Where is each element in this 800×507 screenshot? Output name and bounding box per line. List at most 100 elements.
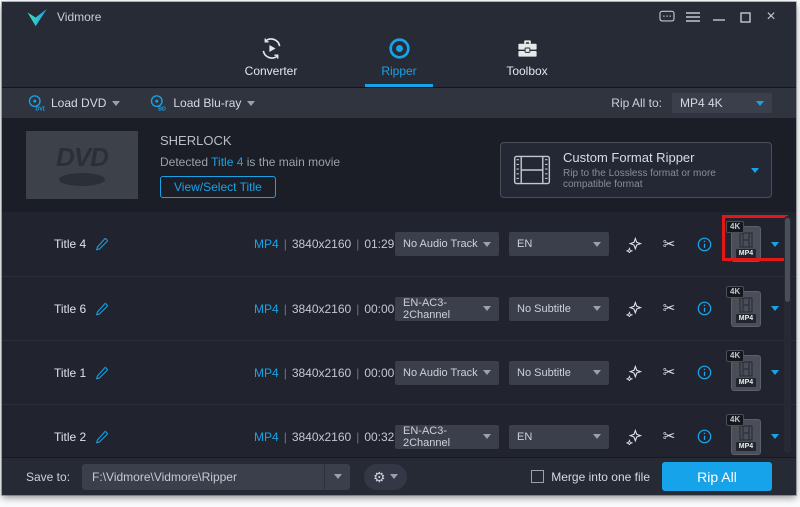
audio-track-select[interactable]: EN-AC3-2Channel: [395, 297, 499, 321]
info-icon[interactable]: [693, 426, 715, 448]
edit-pencil-icon[interactable]: [95, 366, 109, 380]
chevron-down-icon: [483, 370, 491, 375]
output-format-cell: MP4 4K: [731, 291, 779, 327]
subtitle-select[interactable]: No Subtitle: [509, 297, 609, 321]
output-format-cell: MP4 4K: [731, 226, 779, 262]
resolution: 3840x2160: [292, 366, 351, 380]
dvd-thumbnail: DVD: [26, 131, 138, 199]
rip-all-to-select[interactable]: MP4 4K: [672, 93, 772, 113]
output-format-button[interactable]: MP4 4K: [731, 226, 761, 262]
chevron-down-icon: [751, 168, 759, 173]
edit-effects-wand-icon[interactable]: [623, 233, 645, 255]
custom-format-ripper-panel[interactable]: Custom Format Ripper Rip to the Lossless…: [500, 142, 772, 198]
title-name: Title 4: [54, 237, 86, 251]
load-bluray-button[interactable]: BD Load Blu-ray: [148, 94, 255, 112]
maximize-button[interactable]: [732, 6, 758, 28]
minimize-button[interactable]: [706, 6, 732, 28]
audio-track-select[interactable]: EN-AC3-2Channel: [395, 425, 499, 449]
output-settings-button[interactable]: ⚙: [364, 464, 407, 490]
chevron-down-icon: [483, 306, 491, 311]
main-nav: Converter Ripper Toolbox: [2, 32, 796, 88]
resolution: 3840x2160: [292, 237, 351, 251]
toolbar: DVD Load DVD BD Load Blu-ray Rip All to:…: [2, 88, 796, 118]
cut-scissors-icon[interactable]: ✂: [658, 233, 680, 255]
table-row-title-6: Title 6 MP4 | 3840x2160 | 00:00:23: [2, 276, 796, 340]
cut-scissors-icon[interactable]: ✂: [658, 298, 680, 320]
rip-all-button[interactable]: Rip All: [662, 462, 772, 491]
output-format-label: MP4: [736, 249, 756, 258]
scrollbar[interactable]: [784, 216, 791, 453]
output-format-button[interactable]: MP4 4K: [731, 355, 761, 391]
bluray-disc-icon: BD: [148, 94, 167, 112]
format-dropdown-icon[interactable]: [771, 242, 779, 247]
scrollbar-thumb[interactable]: [785, 218, 790, 302]
source-format: MP4: [254, 302, 279, 316]
info-icon[interactable]: [693, 233, 715, 255]
load-dvd-button[interactable]: DVD Load DVD: [26, 94, 120, 112]
output-format-button[interactable]: MP4 4K: [731, 291, 761, 327]
format-dropdown-icon[interactable]: [771, 306, 779, 311]
save-path-dropdown[interactable]: [324, 464, 350, 490]
svg-text:BD: BD: [159, 107, 167, 113]
format-dropdown-icon[interactable]: [771, 370, 779, 375]
chevron-down-icon: [593, 306, 601, 311]
audio-track-select[interactable]: No Audio Track: [395, 361, 499, 385]
chevron-down-icon: [593, 370, 601, 375]
info-icon[interactable]: [693, 298, 715, 320]
tab-converter[interactable]: Converter: [233, 36, 309, 87]
chevron-down-icon: [334, 474, 342, 479]
audio-track-select[interactable]: No Audio Track: [395, 232, 499, 256]
source-format: MP4: [254, 237, 279, 251]
output-format-label: MP4: [736, 314, 756, 323]
tab-label: Toolbox: [506, 64, 547, 78]
tab-label: Converter: [245, 64, 298, 78]
title-name: Title 6: [54, 302, 86, 316]
output-format-cell: MP4 4K: [731, 355, 779, 391]
close-button[interactable]: ×: [758, 6, 784, 28]
subtitle-select[interactable]: No Subtitle: [509, 361, 609, 385]
detected-main-movie-text: Detected Title 4 is the main movie: [160, 155, 340, 169]
title-name: Title 2: [54, 430, 86, 444]
edit-effects-wand-icon[interactable]: [623, 426, 645, 448]
edit-pencil-icon[interactable]: [95, 302, 109, 316]
tab-ripper[interactable]: Ripper: [361, 36, 437, 87]
resolution: 3840x2160: [292, 302, 351, 316]
save-path-field[interactable]: F:\Vidmore\Vidmore\Ripper: [82, 464, 350, 490]
table-row-title-4: Title 4 MP4 | 3840x2160 | 01:29:18: [2, 212, 796, 276]
chevron-down-icon: [390, 474, 398, 479]
output-format-button[interactable]: MP4 4K: [731, 419, 761, 455]
tab-toolbox[interactable]: Toolbox: [489, 36, 565, 87]
cut-scissors-icon[interactable]: ✂: [658, 362, 680, 384]
resolution: 3840x2160: [292, 430, 351, 444]
menu-icon[interactable]: [680, 6, 706, 28]
subtitle-select[interactable]: EN: [509, 232, 609, 256]
dvd-disc-icon: DVD: [26, 94, 45, 112]
save-path-value: F:\Vidmore\Vidmore\Ripper: [82, 470, 324, 484]
chevron-down-icon: [247, 101, 255, 106]
load-dvd-label: Load DVD: [51, 96, 106, 110]
cut-scissors-icon[interactable]: ✂: [658, 426, 680, 448]
merge-checkbox[interactable]: [531, 470, 544, 483]
tab-label: Ripper: [381, 64, 416, 78]
edit-pencil-icon[interactable]: [95, 430, 109, 444]
feedback-icon[interactable]: [654, 6, 680, 28]
disc-name: SHERLOCK: [160, 133, 340, 148]
gear-icon: ⚙: [373, 470, 386, 484]
table-row-title-1: Title 1 MP4 | 3840x2160 | 00:00:20: [2, 340, 796, 404]
edit-pencil-icon[interactable]: [95, 237, 109, 251]
detected-title-link[interactable]: Title 4: [211, 155, 243, 169]
dvd-logo-text: DVD: [56, 144, 108, 170]
output-format-label: MP4: [736, 442, 756, 451]
title-bar: Vidmore ×: [2, 2, 796, 32]
vidmore-logo-icon: [26, 8, 48, 27]
4k-badge: 4K: [726, 221, 744, 233]
view-select-title-button[interactable]: View/Select Title: [160, 176, 276, 198]
format-dropdown-icon[interactable]: [771, 434, 779, 439]
info-icon[interactable]: [693, 362, 715, 384]
subtitle-select[interactable]: EN: [509, 425, 609, 449]
edit-effects-wand-icon[interactable]: [623, 362, 645, 384]
edit-effects-wand-icon[interactable]: [623, 298, 645, 320]
merge-label: Merge into one file: [551, 470, 650, 484]
rip-all-to-value: MP4 4K: [680, 96, 723, 110]
svg-text:DVD: DVD: [36, 107, 46, 113]
